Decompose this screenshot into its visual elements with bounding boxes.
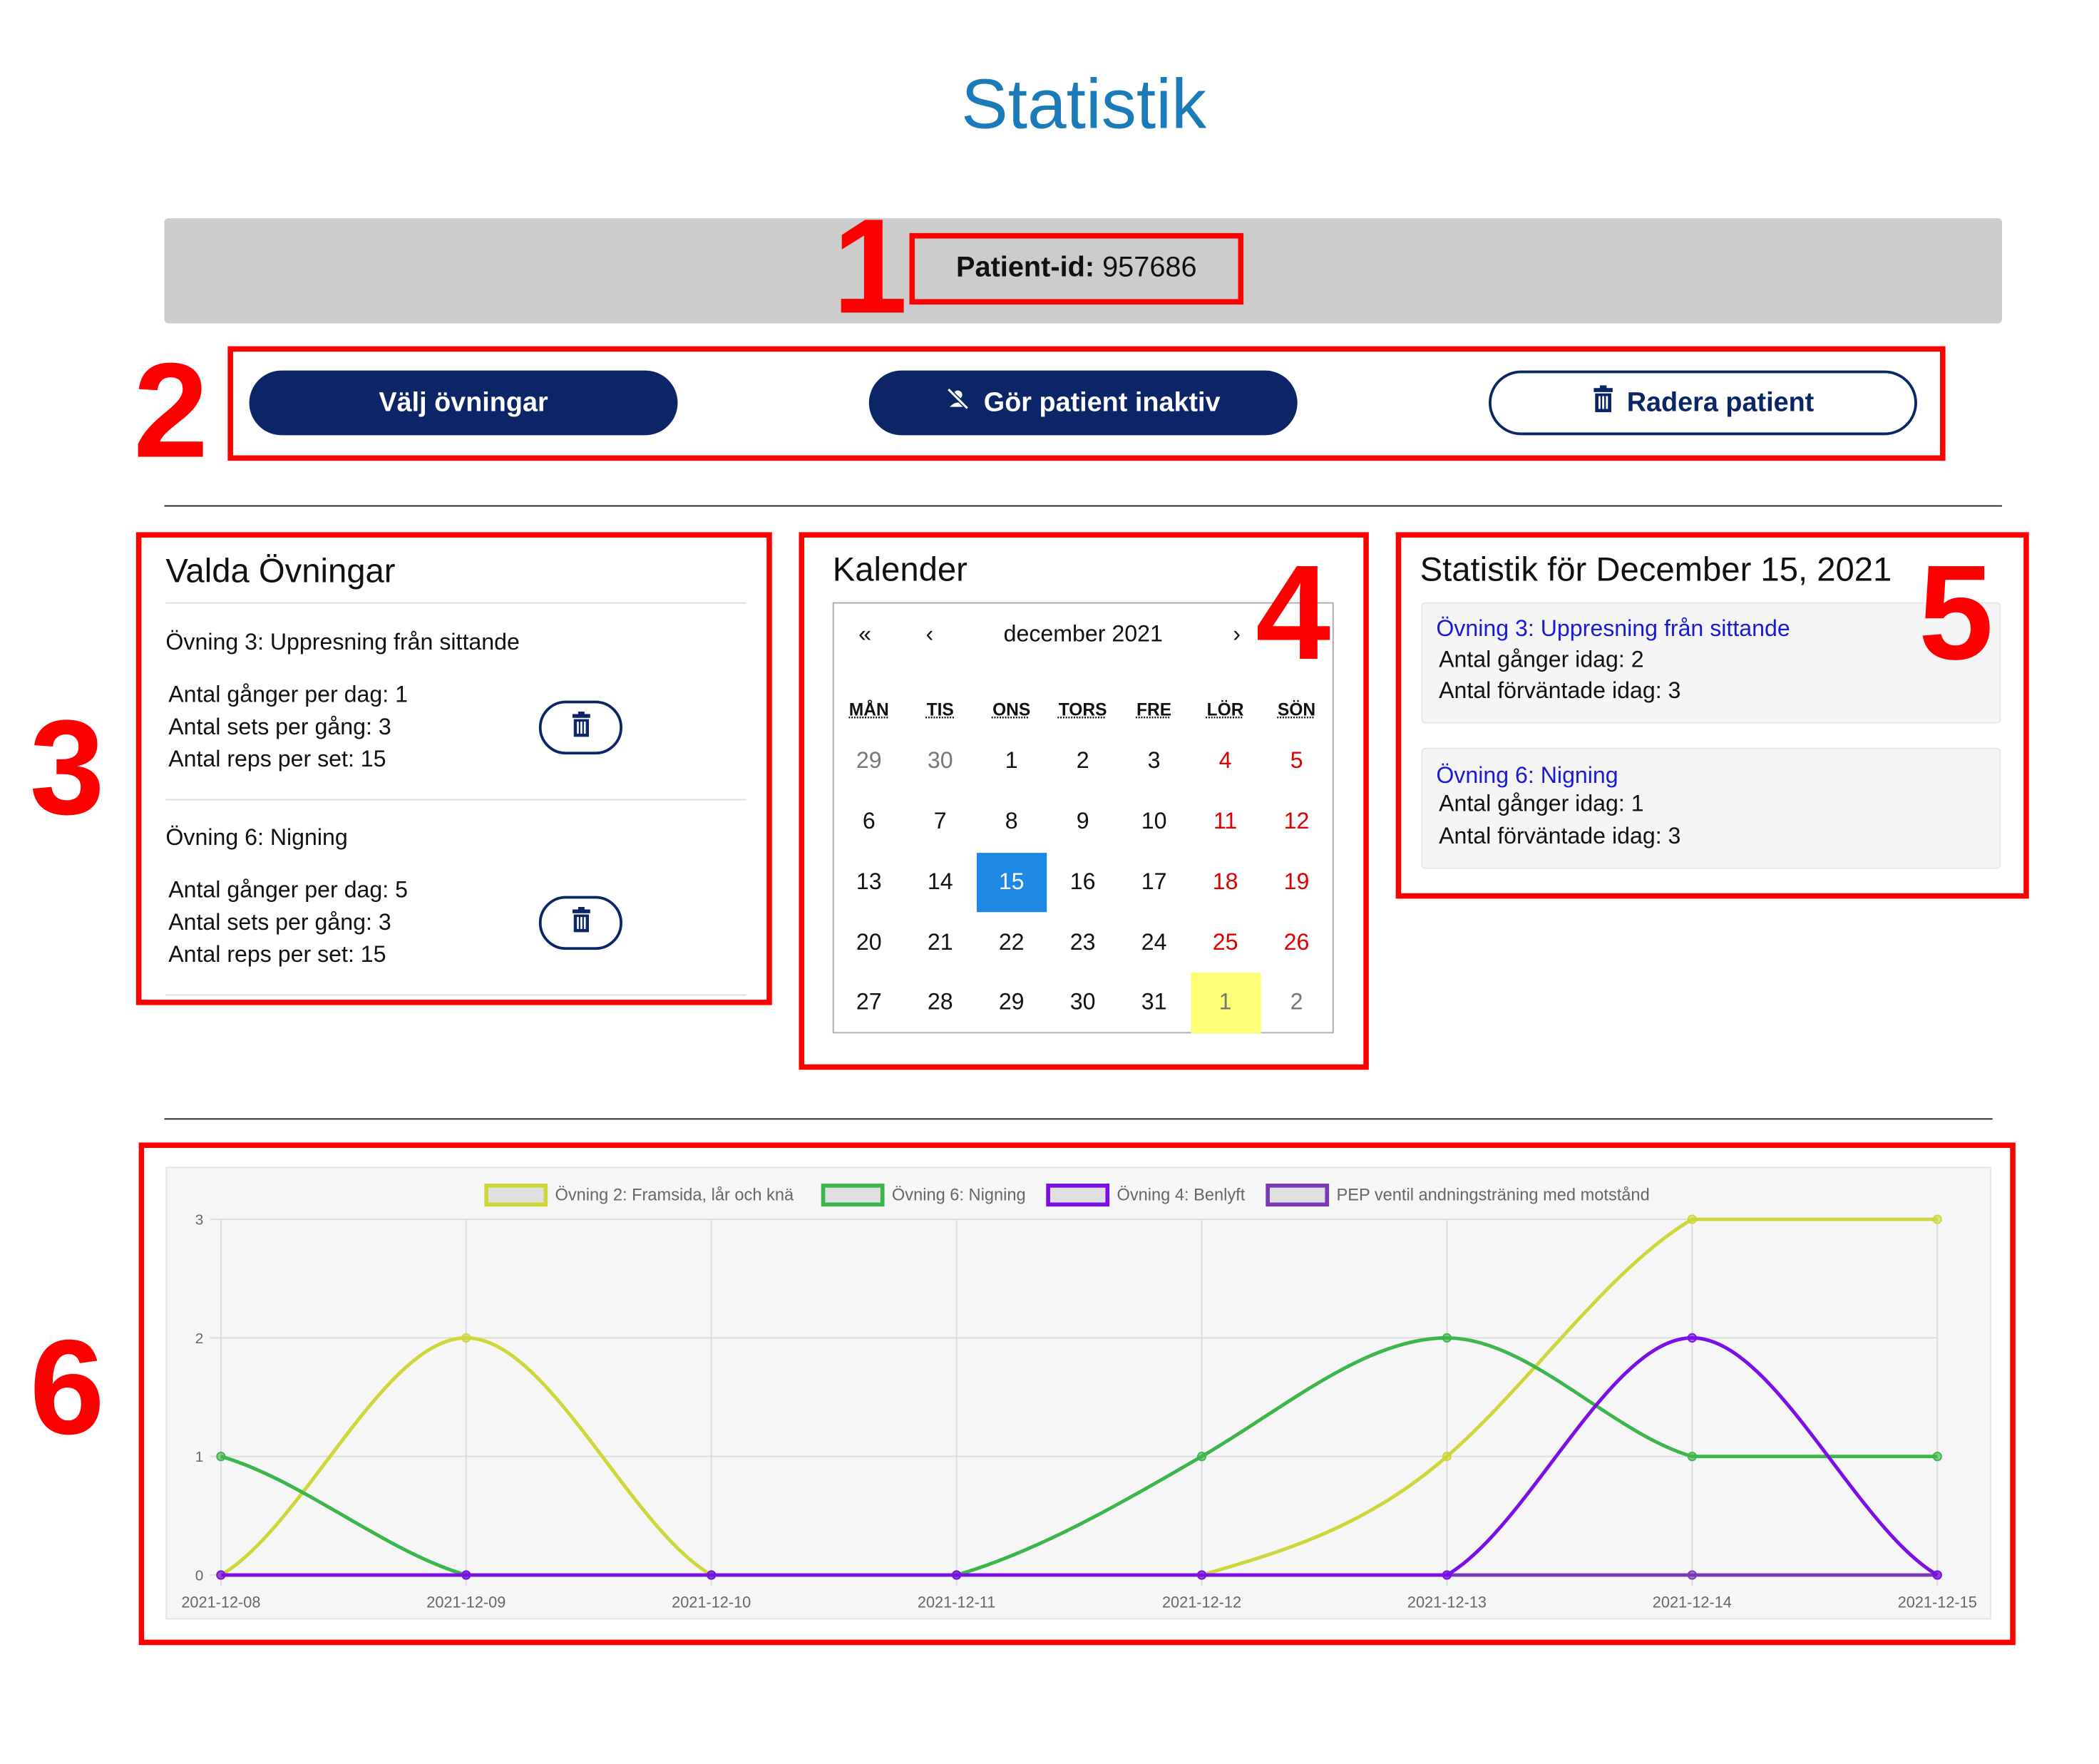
annotation-number-6: 6 <box>29 1312 105 1464</box>
annotation-box-6 <box>138 1142 2016 1646</box>
